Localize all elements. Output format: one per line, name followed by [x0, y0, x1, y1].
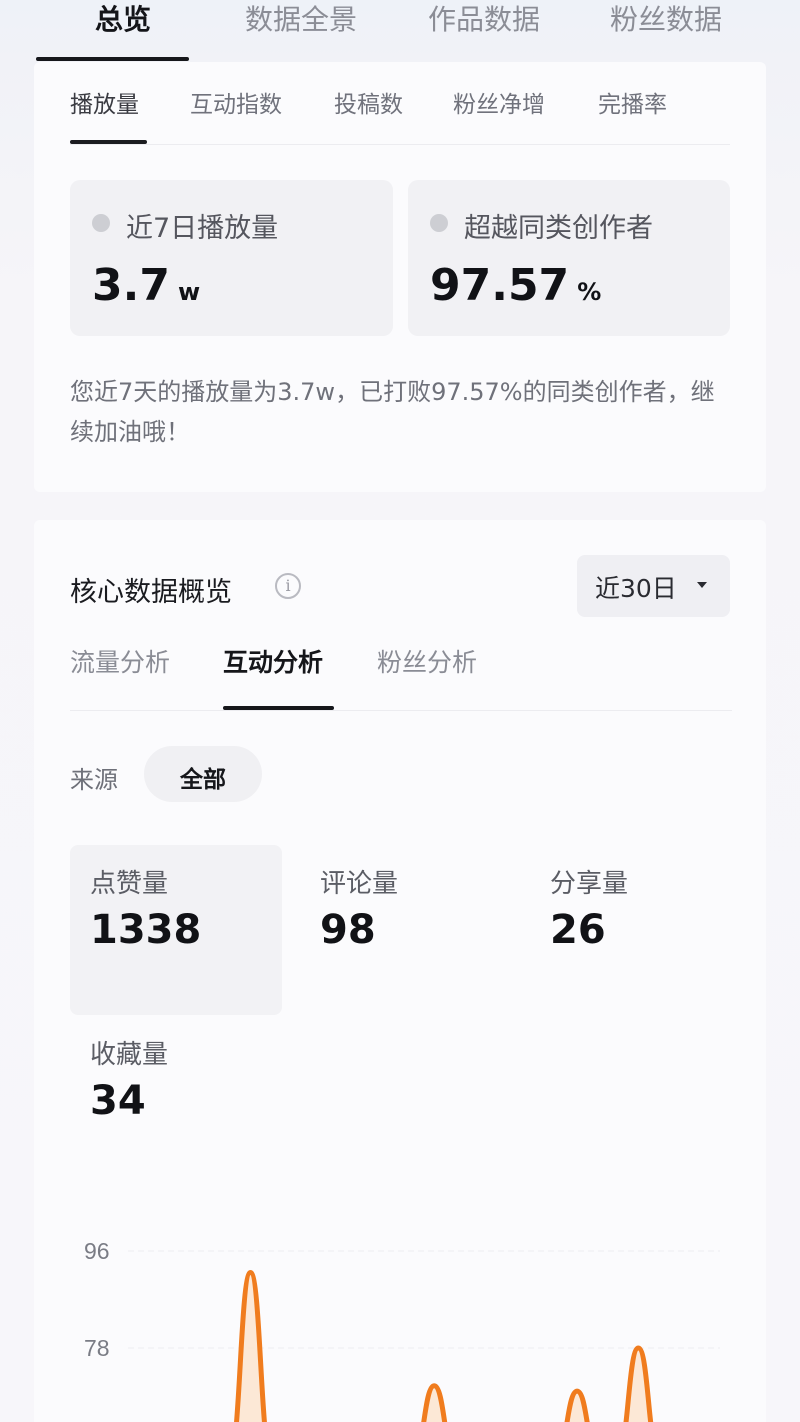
- metric-likes[interactable]: 点赞量 1338: [70, 845, 282, 1015]
- caret-down-icon: [697, 582, 707, 588]
- active-tab-indicator: [36, 57, 189, 61]
- divider: [70, 144, 730, 145]
- date-range-label: 近30日: [595, 574, 677, 603]
- source-chip-label: 全部: [180, 767, 226, 793]
- y-tick-label: 96: [84, 1238, 110, 1264]
- subtab-plays[interactable]: 播放量: [70, 85, 139, 119]
- metric-shares[interactable]: 分享量 26: [530, 845, 742, 1015]
- metric-label: 点赞量: [90, 869, 169, 899]
- metric-label: 分享量: [550, 869, 629, 899]
- metric-label: 收藏量: [90, 1040, 169, 1070]
- subtab-net-fans[interactable]: 粉丝净增: [453, 85, 545, 119]
- tab-fans-analysis[interactable]: 粉丝分析: [377, 643, 477, 679]
- metric-label: 评论量: [320, 869, 399, 899]
- stat-number: 97.57: [430, 260, 570, 311]
- stat-label: 近7日播放量: [126, 213, 279, 244]
- series-area: [236, 1272, 651, 1422]
- stat-unit: w: [177, 278, 201, 306]
- tab-overview[interactable]: 总览: [95, 0, 151, 44]
- stat-value: 97.57%: [430, 260, 601, 311]
- tab-traffic-analysis[interactable]: 流量分析: [70, 643, 170, 679]
- stat-unit: %: [577, 278, 602, 306]
- top-tab-bar: 总览 数据全景 作品数据 粉丝数据: [0, 0, 800, 62]
- y-tick-label: 78: [84, 1335, 110, 1361]
- stat-label: 超越同类创作者: [464, 213, 653, 244]
- divider: [70, 710, 732, 711]
- metric-favorites[interactable]: 收藏量 34: [70, 1016, 282, 1186]
- date-range-dropdown[interactable]: 近30日: [577, 555, 730, 617]
- tab-data-panorama[interactable]: 数据全景: [245, 0, 357, 44]
- source-filter-chip[interactable]: 全部: [144, 746, 262, 802]
- info-icon[interactable]: i: [275, 573, 301, 599]
- metric-comments[interactable]: 评论量 98: [300, 845, 512, 1015]
- stat-value: 3.7 w: [92, 260, 200, 311]
- tab-interaction-analysis[interactable]: 互动分析: [223, 643, 323, 679]
- summary-text: 您近7天的播放量为3.7w，已打败97.57%的同类创作者，继续加油哦！: [70, 378, 715, 446]
- stat-card-rank: 超越同类创作者 97.57%: [408, 180, 730, 336]
- subtab-interaction-index[interactable]: 互动指数: [190, 85, 282, 119]
- dot-icon: [430, 214, 448, 232]
- subtab-submissions[interactable]: 投稿数: [334, 85, 403, 119]
- dot-icon: [92, 214, 110, 232]
- source-label: 来源: [70, 766, 118, 794]
- metric-value: 34: [90, 1078, 146, 1124]
- chart-svg: 96 78: [84, 1238, 720, 1422]
- likes-trend-chart: 96 78: [70, 1225, 740, 1422]
- metric-value: 26: [550, 907, 606, 953]
- stat-card-plays: 近7日播放量 3.7 w: [70, 180, 393, 336]
- stat-number: 3.7: [92, 260, 170, 311]
- section-title: 核心数据概览: [70, 577, 232, 608]
- tab-works-data[interactable]: 作品数据: [428, 0, 540, 44]
- tab-fans-data[interactable]: 粉丝数据: [610, 0, 722, 44]
- metric-value: 1338: [90, 907, 202, 953]
- subtab-completion-rate[interactable]: 完播率: [598, 85, 667, 119]
- metric-value: 98: [320, 907, 376, 953]
